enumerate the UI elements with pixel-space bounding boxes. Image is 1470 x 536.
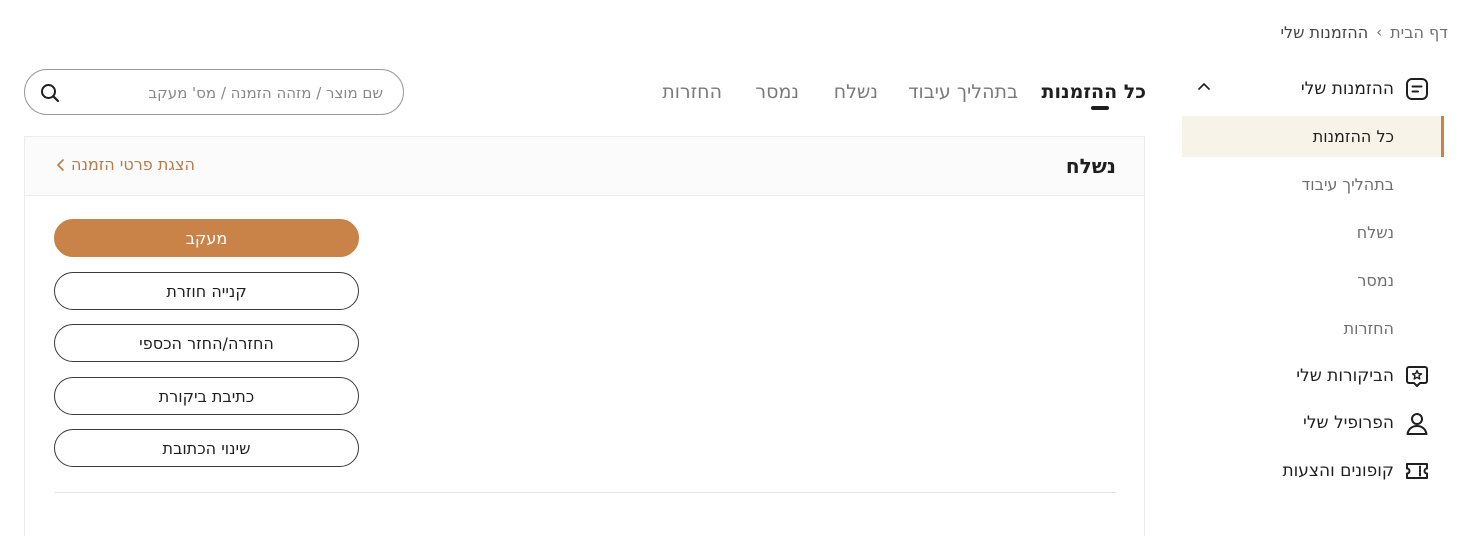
sidebar-subitem-delivered[interactable]: נמסר (1357, 269, 1394, 293)
sidebar-item-my-orders[interactable]: ההזמנות שלי (1301, 73, 1430, 105)
order-card: נשלח הצגת פרטי הזמנה מעקב קנייה חוזרת הח… (24, 136, 1145, 536)
tab-shipped[interactable]: נשלח (834, 78, 878, 106)
sidebar-profile-label: הפרופיל שלי (1303, 413, 1394, 433)
search-input[interactable] (81, 70, 385, 116)
change-address-button[interactable]: שינוי הכתובת (54, 429, 359, 467)
sidebar-reviews-label: הביקורות שלי (1296, 366, 1394, 386)
write-review-button[interactable]: כתיבת ביקורת (54, 377, 359, 415)
sidebar-subitem-shipped[interactable]: נשלח (1357, 221, 1394, 245)
tab-active-indicator (1091, 106, 1109, 110)
sidebar-item-coupons[interactable]: קופונים והצעות (1282, 455, 1430, 487)
buy-again-button[interactable]: קנייה חוזרת (54, 272, 359, 310)
sidebar-coupons-label: קופונים והצעות (1282, 461, 1394, 481)
sidebar-subitem-all-orders[interactable]: כל ההזמנות (1313, 125, 1394, 149)
order-card-header: נשלח הצגת פרטי הזמנה (25, 137, 1144, 196)
sidebar-item-my-reviews[interactable]: הביקורות שלי (1296, 360, 1430, 392)
active-indicator (1441, 116, 1444, 157)
orders-icon (1406, 78, 1428, 100)
tab-processing[interactable]: בתהליך עיבוד (908, 78, 1018, 106)
sidebar-orders-label: ההזמנות שלי (1300, 79, 1394, 99)
user-icon (1406, 413, 1428, 435)
order-details-label: הצגת פרטי הזמנה (71, 155, 195, 174)
breadcrumb: דף הבית › ההזמנות שלי (1280, 20, 1448, 44)
chevron-left-icon (57, 158, 64, 171)
search-box (24, 69, 404, 116)
search-icon[interactable] (39, 82, 61, 104)
coupon-icon (1406, 463, 1428, 479)
breadcrumb-home-link[interactable]: דף הבית (1390, 23, 1448, 42)
card-divider (54, 492, 1116, 493)
order-details-link[interactable]: הצגת פרטי הזמנה (55, 155, 195, 174)
tab-all-orders[interactable]: כל ההזמנות (1042, 78, 1146, 106)
tab-returns[interactable]: החזרות (662, 78, 722, 106)
breadcrumb-separator: › (1376, 23, 1383, 41)
review-star-icon (1406, 366, 1428, 387)
order-status: נשלח (1065, 154, 1116, 178)
sidebar-subitem-returns[interactable]: החזרות (1344, 317, 1394, 341)
breadcrumb-current: ההזמנות שלי (1280, 22, 1369, 42)
sidebar-subitem-processing[interactable]: בתהליך עיבוד (1301, 173, 1394, 197)
chevron-up-icon[interactable] (1195, 78, 1213, 96)
tab-delivered[interactable]: נמסר (755, 78, 799, 106)
return-refund-button[interactable]: החזרה/החזר הכספי (54, 324, 359, 362)
sidebar-item-my-profile[interactable]: הפרופיל שלי (1303, 407, 1430, 439)
track-button[interactable]: מעקב (54, 219, 359, 257)
